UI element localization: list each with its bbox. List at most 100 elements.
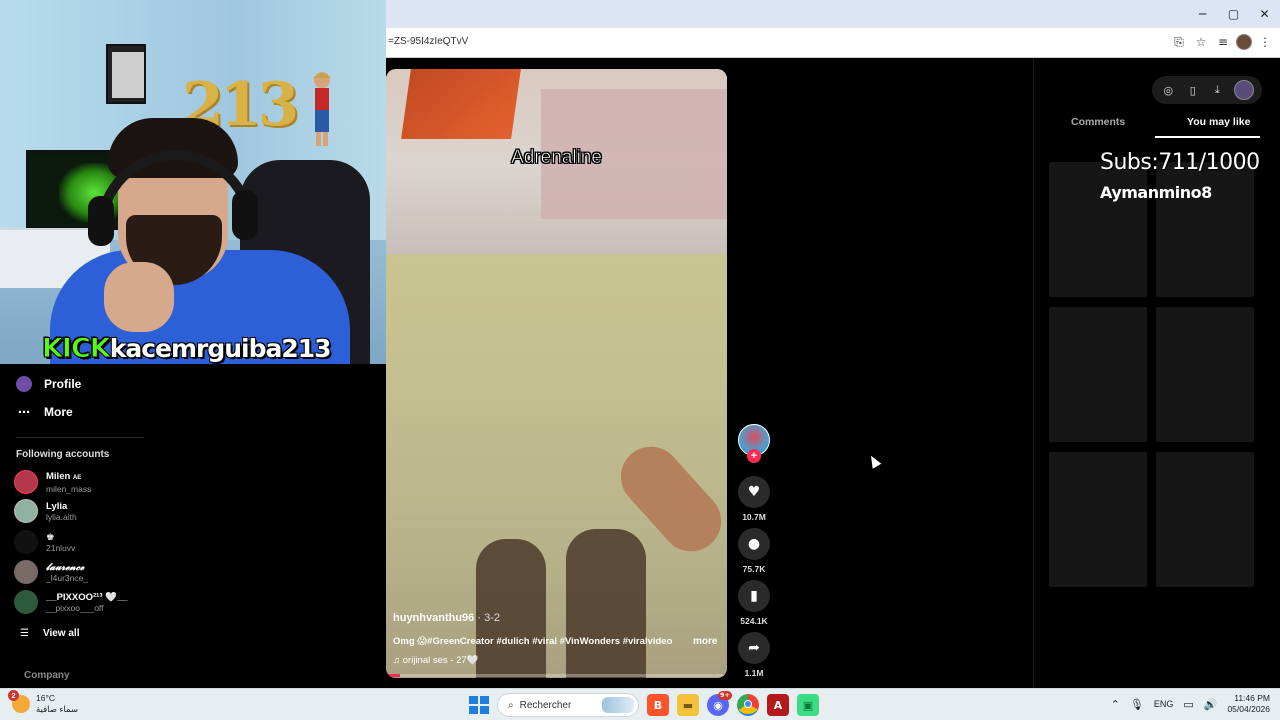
tab-you-may-like[interactable]: You may like	[1187, 116, 1250, 128]
follow-plus-icon[interactable]: +	[747, 449, 761, 463]
account-handle: __pixxoo___off	[46, 602, 104, 613]
taskbar-search[interactable]: ⌕ Rechercher	[497, 693, 639, 717]
minimize-button[interactable]: ─	[1187, 0, 1218, 28]
clock-date: 05/04/2026	[1227, 704, 1270, 714]
discord-icon[interactable]: ◉ 9+	[707, 691, 732, 716]
compass-icon[interactable]: ◎	[1160, 82, 1176, 98]
chrome-icon[interactable]	[737, 694, 759, 716]
sound-link[interactable]: ♫ orijinal ses - 27🤍	[393, 655, 478, 666]
account-avatar	[14, 499, 38, 523]
sidebar-item-label: More	[44, 405, 73, 419]
share-count: 1.1M	[744, 668, 764, 678]
headphone-cup-right	[232, 190, 258, 240]
phone-icon[interactable]: ▯	[1185, 82, 1201, 98]
recommended-video-card[interactable]	[1156, 452, 1254, 587]
company-link[interactable]: Company	[24, 670, 70, 681]
system-tray: ⌃ 🎙 ENG ▭ 🔊 11:46 PM 05/04/2026	[1111, 693, 1270, 715]
maximize-button[interactable]: ▢	[1218, 0, 1249, 28]
account-suffix: AE	[72, 474, 82, 481]
close-button[interactable]: ✕	[1249, 0, 1280, 28]
following-accounts-header: Following accounts	[16, 449, 110, 460]
wall-poster	[106, 44, 146, 104]
bookmark-icon: ▮	[750, 588, 758, 604]
tab-comments[interactable]: Comments	[1071, 116, 1125, 128]
volume-icon[interactable]: 🔊	[1204, 698, 1218, 711]
comment-count: 75.7K	[742, 564, 766, 574]
following-account[interactable]: ♚ 21nluvv	[14, 530, 75, 554]
profile-avatar-icon	[16, 376, 32, 392]
menu-icon[interactable]: ⋮	[1256, 33, 1274, 51]
like-button[interactable]: ♥	[738, 476, 770, 508]
right-panel-divider	[1033, 58, 1034, 688]
network-icon[interactable]: ▭	[1183, 698, 1193, 711]
video-author[interactable]: huynhvanthu96 · 3-2	[393, 612, 500, 624]
kick-banner: KICK kacemrguiba213	[42, 332, 332, 364]
account-name: __PIXXOO²¹³ 🤍__	[46, 591, 128, 603]
discord-badge: 9+	[718, 691, 732, 700]
sidebar-item-profile[interactable]: Profile	[16, 376, 81, 392]
toy-figure	[310, 70, 334, 150]
account-handle: milen_mass	[46, 483, 92, 494]
folder-icon[interactable]: ▬	[677, 694, 699, 716]
more-dots-icon: ⋯	[18, 405, 30, 419]
weather-temp: 16°C	[36, 693, 55, 703]
following-account[interactable]: __PIXXOO²¹³ 🤍__ __pixxoo___off	[14, 590, 128, 614]
view-all-button[interactable]: ☰ View all	[20, 628, 79, 639]
language-indicator[interactable]: ENG	[1154, 699, 1174, 709]
media-icon[interactable]: ≡	[1214, 33, 1232, 51]
clock[interactable]: 11:46 PM 05/04/2026	[1227, 693, 1270, 715]
window-controls: ─ ▢ ✕	[1187, 0, 1280, 28]
video-scene-foot-right	[566, 529, 646, 678]
search-icon: ⌕	[508, 699, 514, 711]
recommended-video-card[interactable]	[1049, 452, 1147, 587]
headphone-cup-left	[88, 196, 114, 246]
share-button[interactable]: ➦	[738, 632, 770, 664]
download-icon[interactable]: ⤓	[1209, 82, 1225, 98]
chevron-up-icon[interactable]: ⌃	[1111, 698, 1120, 711]
user-avatar[interactable]	[1233, 80, 1254, 100]
sidebar-item-more[interactable]: ⋯ More	[16, 405, 73, 419]
account-avatar	[14, 470, 38, 494]
following-account[interactable]: 𝓵𝓪𝓾𝓻𝓮𝓷𝓬𝓮 _l4ur3nce_	[14, 560, 88, 584]
video-scene-red-object	[401, 69, 521, 139]
more-button[interactable]: more	[693, 636, 717, 647]
video-progress-bar[interactable]	[386, 674, 727, 677]
weather-badge: 2	[8, 690, 19, 701]
sidebar: Profile ⋯ More Following accounts Milen …	[0, 364, 386, 688]
account-handle: _l4ur3nce_	[46, 572, 89, 583]
subs-goal-overlay: Subs:711/1000	[1100, 150, 1260, 175]
subs-goal-name: Aymanmino8	[1100, 183, 1212, 202]
following-account[interactable]: Milen AE milen_mass	[14, 470, 91, 494]
video-description: Omg 😱#GreenCreator #dulich #viral #VinWo…	[393, 636, 673, 647]
post-date: · 3-2	[477, 612, 500, 624]
adobe-icon[interactable]: A	[767, 694, 789, 716]
streamer-hand	[104, 262, 174, 332]
save-button[interactable]: ▮	[738, 580, 770, 612]
video-scene-foot-left	[476, 539, 546, 678]
search-placeholder: Rechercher	[519, 699, 572, 711]
like-count: 10.7M	[742, 512, 766, 522]
following-account[interactable]: Lylia lylia.aith	[14, 499, 77, 523]
brave-icon[interactable]: B	[647, 694, 669, 716]
recommended-video-card[interactable]	[1049, 307, 1147, 442]
kick-logo: KICK	[42, 332, 112, 364]
comment-button[interactable]: ●	[738, 528, 770, 560]
android-icon[interactable]: ▣	[797, 694, 819, 716]
weather-sun-icon: 2	[8, 690, 30, 713]
right-panel-tabs: Comments You may like	[1050, 114, 1260, 138]
address-bar[interactable]: =ZS-95I4zIeQTvV ⎘ ☆ ≡ ⋮	[386, 28, 1280, 58]
url-text[interactable]: =ZS-95I4zIeQTvV	[388, 36, 468, 47]
video-player[interactable]: Adrenaline huynhvanthu96 · 3-2 Omg 😱#Gre…	[386, 69, 727, 678]
star-icon[interactable]: ☆	[1192, 33, 1210, 51]
install-icon[interactable]: ⎘	[1170, 33, 1188, 51]
windows-start-icon[interactable]	[467, 694, 489, 716]
author-name[interactable]: huynhvanthu96	[393, 612, 474, 624]
profile-avatar[interactable]	[1236, 34, 1252, 50]
video-caption: Adrenaline	[511, 147, 602, 169]
microphone-icon[interactable]: 🎙	[1130, 698, 1144, 711]
sidebar-item-label: Profile	[44, 377, 82, 391]
account-name: ♚	[46, 531, 55, 543]
heart-icon: ♥	[747, 484, 761, 500]
recommended-video-card[interactable]	[1156, 307, 1254, 442]
weather-widget[interactable]: 2 16°C سماء صافية	[8, 690, 78, 715]
